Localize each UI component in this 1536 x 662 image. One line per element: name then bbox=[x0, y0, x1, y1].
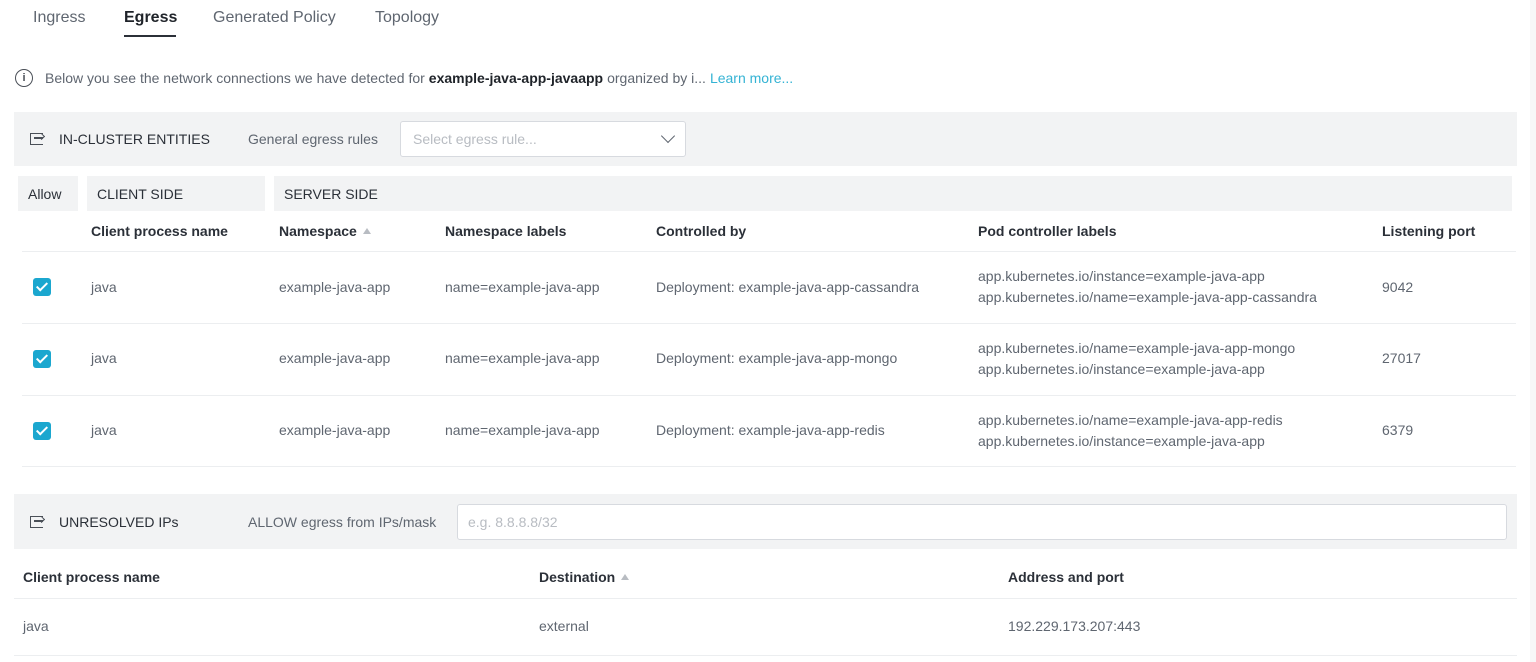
chevron-down-icon bbox=[660, 128, 676, 144]
col-listening-port: Listening port bbox=[1382, 223, 1476, 239]
col-namespace-sort[interactable]: Namespace bbox=[279, 223, 371, 239]
cell-controlled-by: Deployment: example-java-app-mongo bbox=[656, 350, 898, 366]
col-controlled-by: Controlled by bbox=[656, 223, 747, 239]
tab-topology[interactable]: Topology bbox=[375, 9, 439, 27]
cell-client-process: java bbox=[91, 422, 117, 438]
active-tab-indicator bbox=[124, 35, 176, 37]
allow-checkbox[interactable] bbox=[33, 350, 51, 368]
col-address-port: Address and port bbox=[1008, 569, 1124, 585]
divider bbox=[22, 323, 1516, 324]
cell-controlled-by: Deployment: example-java-app-cassandra bbox=[656, 279, 920, 295]
egress-icon bbox=[30, 516, 43, 528]
ip-mask-placeholder: e.g. 8.8.8.8/32 bbox=[468, 514, 558, 530]
sort-asc-icon bbox=[621, 574, 630, 581]
general-egress-rules-label: General egress rules bbox=[248, 131, 378, 147]
col-client-process: Client process name bbox=[23, 569, 160, 585]
divider bbox=[14, 655, 1517, 656]
group-client-side: CLIENT SIDE bbox=[87, 176, 265, 211]
cell-pod-label: app.kubernetes.io/name=example-java-app-… bbox=[978, 340, 1296, 356]
cell-client-process: java bbox=[91, 279, 117, 295]
col-pod-labels: Pod controller labels bbox=[978, 223, 1117, 239]
egress-icon bbox=[30, 133, 43, 145]
allow-egress-label: ALLOW egress from IPs/mask bbox=[248, 514, 437, 530]
cell-client-process: java bbox=[23, 618, 49, 634]
cell-pod-label: app.kubernetes.io/name=example-java-app-… bbox=[978, 289, 1317, 305]
unresolved-ips-header: UNRESOLVED IPs ALLOW egress from IPs/mas… bbox=[14, 494, 1517, 549]
tab-generated-policy[interactable]: Generated Policy bbox=[213, 9, 336, 27]
col-destination: Destination bbox=[539, 569, 616, 585]
cell-destination: external bbox=[539, 618, 589, 634]
egress-rule-placeholder: Select egress rule... bbox=[413, 131, 537, 147]
cell-controlled-by: Deployment: example-java-app-redis bbox=[656, 422, 885, 438]
allow-checkbox[interactable] bbox=[33, 278, 51, 296]
tab-egress[interactable]: Egress bbox=[124, 9, 177, 27]
ip-mask-input[interactable]: e.g. 8.8.8.8/32 bbox=[457, 504, 1507, 540]
group-allow: Allow bbox=[18, 176, 78, 211]
col-client-process: Client process name bbox=[91, 223, 228, 239]
divider bbox=[14, 598, 1517, 599]
in-cluster-header: IN-CLUSTER ENTITIES General egress rules… bbox=[14, 112, 1517, 166]
cell-namespace: example-java-app bbox=[279, 279, 391, 295]
tab-bar: Ingress Egress Generated Policy Topology bbox=[0, 0, 1536, 44]
cell-client-process: java bbox=[91, 350, 117, 366]
info-suffix: organized by i... bbox=[607, 70, 706, 86]
info-prefix: Below you see the network connections we… bbox=[45, 70, 425, 86]
cell-port: 27017 bbox=[1382, 350, 1421, 366]
egress-rule-select[interactable]: Select egress rule... bbox=[400, 121, 686, 157]
learn-more-link[interactable]: Learn more... bbox=[710, 70, 793, 86]
cell-namespace-labels: name=example-java-app bbox=[445, 422, 600, 438]
info-banner: i Below you see the network connections … bbox=[15, 68, 793, 88]
sort-asc-icon bbox=[362, 228, 371, 235]
cell-namespace-labels: name=example-java-app bbox=[445, 350, 600, 366]
divider bbox=[22, 395, 1516, 396]
in-cluster-title: IN-CLUSTER ENTITIES bbox=[59, 131, 210, 147]
unresolved-ips-title: UNRESOLVED IPs bbox=[59, 514, 179, 530]
scrollbar[interactable] bbox=[1530, 0, 1536, 662]
cell-port: 9042 bbox=[1382, 279, 1414, 295]
cell-namespace: example-java-app bbox=[279, 422, 391, 438]
tab-ingress[interactable]: Ingress bbox=[33, 9, 85, 27]
info-icon: i bbox=[15, 69, 33, 87]
cell-namespace-labels: name=example-java-app bbox=[445, 279, 600, 295]
cell-pod-label: app.kubernetes.io/instance=example-java-… bbox=[978, 361, 1265, 377]
cell-pod-label: app.kubernetes.io/instance=example-java-… bbox=[978, 433, 1265, 449]
col-destination-sort[interactable]: Destination bbox=[539, 569, 630, 585]
col-namespace-labels: Namespace labels bbox=[445, 223, 567, 239]
group-server-side: SERVER SIDE bbox=[274, 176, 1512, 211]
cell-port: 6379 bbox=[1382, 422, 1414, 438]
allow-checkbox[interactable] bbox=[33, 422, 51, 440]
cell-address-port: 192.229.173.207:443 bbox=[1008, 618, 1141, 634]
divider bbox=[22, 466, 1516, 467]
col-namespace: Namespace bbox=[279, 223, 357, 239]
cell-pod-label: app.kubernetes.io/name=example-java-app-… bbox=[978, 412, 1283, 428]
divider bbox=[22, 251, 1516, 252]
info-app-name: example-java-app-javaapp bbox=[428, 70, 604, 86]
cell-pod-label: app.kubernetes.io/instance=example-java-… bbox=[978, 268, 1265, 284]
cell-namespace: example-java-app bbox=[279, 350, 391, 366]
